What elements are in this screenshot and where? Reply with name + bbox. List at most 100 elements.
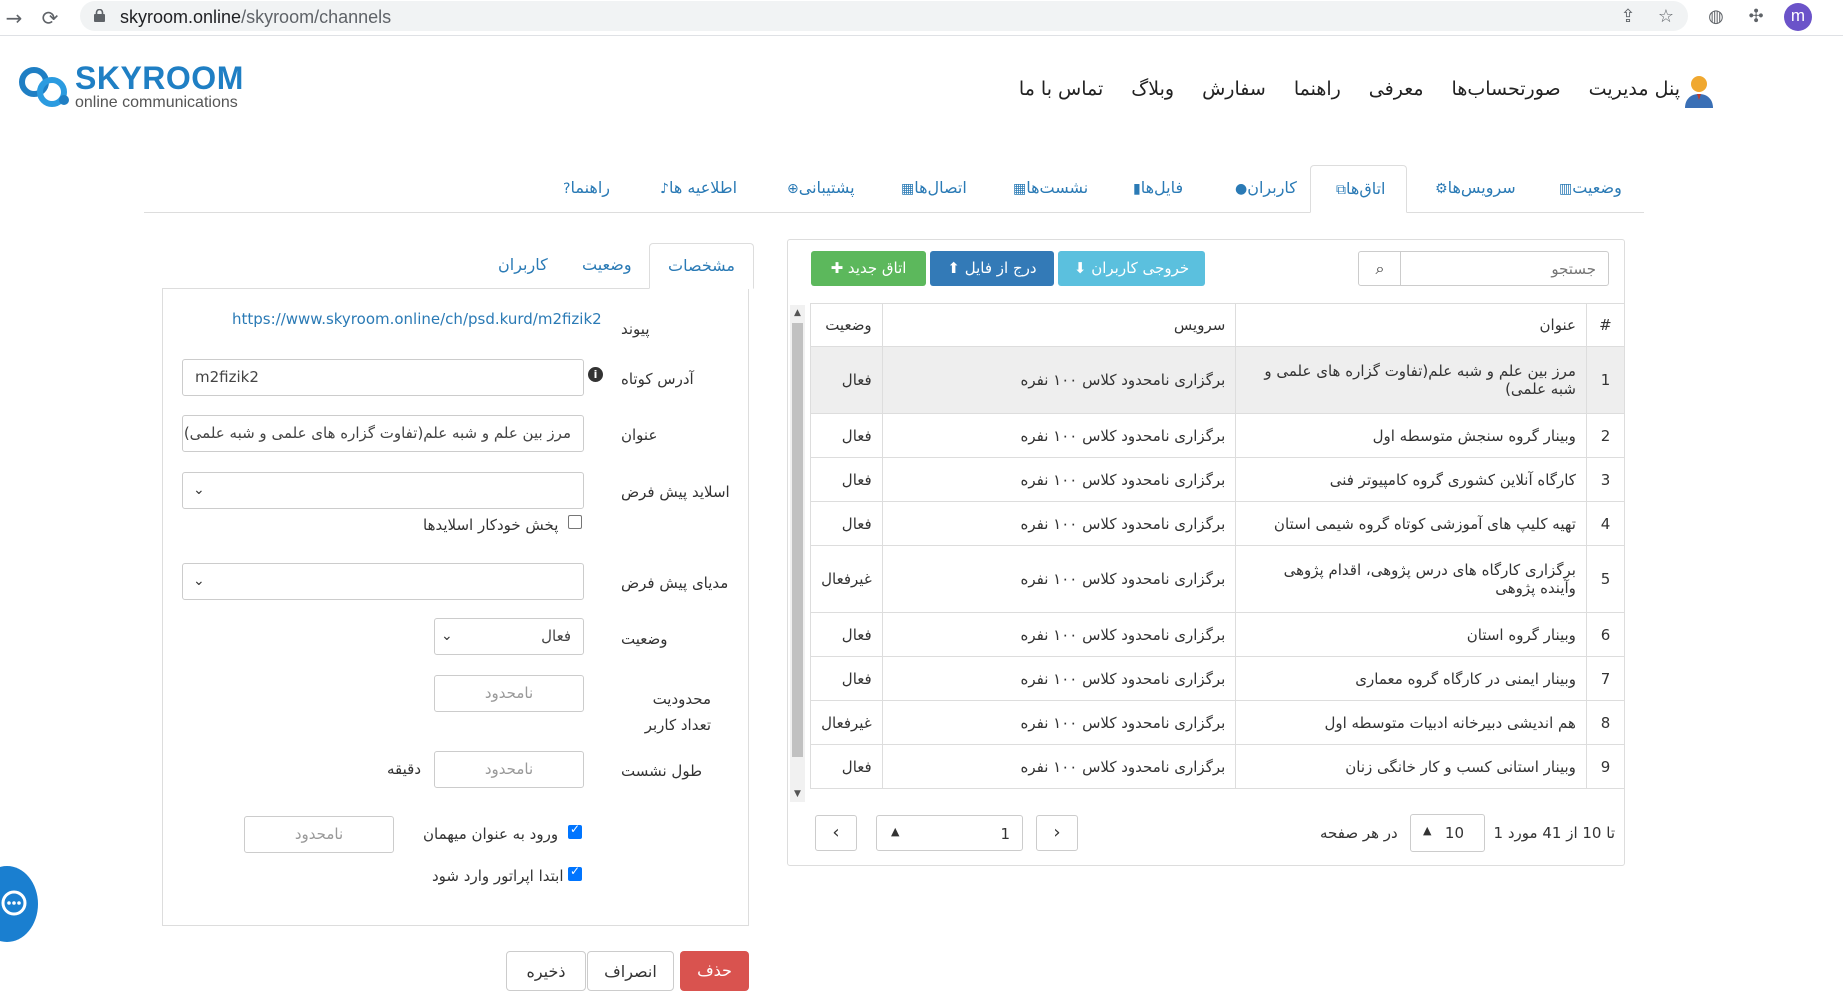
download-icon: ⬇ (1073, 259, 1092, 277)
room-link[interactable]: https://www.skyroom.online/ch/psd.kurd/m… (232, 310, 602, 328)
autoplay-checkbox[interactable] (568, 515, 582, 529)
scroll-down-icon[interactable]: ▼ (790, 787, 805, 801)
status-badge: غیرفعال (810, 545, 883, 613)
table-row[interactable]: 5 برگزاری کارگاه های درس پژوهی، اقدام پژ… (810, 545, 1626, 613)
reload-icon[interactable]: ⟳ (36, 4, 64, 32)
logo-mark-icon (19, 67, 69, 107)
table-row[interactable]: 2 وبینار گروه سنجش متوسطه اول برگزاری نا… (810, 413, 1626, 458)
import-file-button[interactable]: ⬆ درج از فایل (930, 251, 1054, 286)
page-number-select[interactable]: 1 ▲ (876, 815, 1023, 851)
pager-info: 1 تا 10 از 41 مورد (1493, 824, 1615, 842)
chevron-up-icon: ▲ (891, 825, 900, 838)
status-select[interactable]: فعال ⌄ (434, 618, 584, 655)
globe-icon[interactable]: ◍ (1704, 5, 1728, 29)
short-address-input[interactable]: m2fizik2 (182, 359, 584, 396)
autoplay-label: پخش خودکار اسلایدها (423, 516, 559, 534)
nav-invoices[interactable]: صورتحساب‌ها (1452, 78, 1561, 100)
per-page-select[interactable]: 10 ▲ (1410, 814, 1485, 852)
share-icon[interactable]: ⇪ (1616, 5, 1640, 29)
chevron-down-icon: ⌄ (193, 573, 205, 589)
table-row[interactable]: 3 کارگاه آنلاین کشوری گروه کامپیوتر فنی … (810, 457, 1626, 502)
tab-support[interactable]: ⊕پشتیبانی (762, 165, 875, 213)
tab-announcements[interactable]: ♪اطلاعیه ها (635, 165, 757, 213)
bookmark-star-icon[interactable]: ☆ (1654, 5, 1678, 29)
user-avatar-icon[interactable] (1684, 74, 1714, 108)
tab-users[interactable]: ●کاربران (1210, 165, 1317, 213)
nav-contact[interactable]: تماس با ما (1019, 78, 1103, 100)
next-page-button[interactable]: › (1036, 815, 1078, 851)
file-icon: ▮ (1133, 181, 1141, 197)
nav-admin-panel[interactable]: پنل مدیریت (1589, 78, 1680, 100)
url-text: skyroom.online/skyroom/channels (120, 7, 392, 27)
scrollbar-thumb[interactable] (792, 323, 803, 757)
default-slides-select[interactable]: ⌄ (182, 472, 584, 509)
user-icon: ● (1235, 181, 1248, 197)
status-badge: فعال (810, 501, 883, 546)
export-users-button[interactable]: ⬇ خروجی کاربران (1058, 251, 1205, 286)
table-scrollbar[interactable]: ▲ ▼ (790, 305, 805, 802)
table-row[interactable]: 9 وبینار استانی کسب و کار خانگی زنان برگ… (810, 744, 1626, 789)
operator-first-checkbox[interactable] (568, 864, 582, 881)
tab-sessions[interactable]: ▦نشست‌ها (988, 165, 1108, 213)
nav-order[interactable]: سفارش (1202, 78, 1266, 100)
info-icon[interactable]: i (588, 367, 603, 382)
scroll-up-icon[interactable]: ▲ (790, 306, 805, 320)
tab-services[interactable]: ⚙سرویس‌ها (1410, 165, 1536, 213)
guest-limit-input[interactable]: نامحدود (244, 816, 394, 853)
tab-files[interactable]: ▮فایل‌ها (1108, 165, 1203, 213)
chevron-left-icon: ‹ (832, 822, 840, 843)
default-media-select[interactable]: ⌄ (182, 563, 584, 600)
default-slides-label: اسلاید پیش فرض (621, 483, 730, 501)
back-arrow-icon[interactable]: → (0, 4, 28, 32)
col-num[interactable]: # (1585, 303, 1626, 347)
col-title[interactable]: عنوان (1235, 303, 1587, 347)
status-label: وضعیت (621, 630, 668, 648)
status-badge: فعال (810, 457, 883, 502)
sitemap-icon: ⧉ (1336, 182, 1346, 198)
chevron-up-icon: ▲ (1423, 824, 1432, 837)
search-icon[interactable]: ⌕ (1359, 252, 1401, 285)
tab-status[interactable]: ▥وضعیت (1534, 165, 1642, 213)
guest-login-checkbox[interactable] (568, 822, 582, 839)
table-row[interactable]: 4 تهیه کلیپ های آموزشی کوتاه گروه شیمی ا… (810, 501, 1626, 546)
save-button[interactable]: ذخیره (506, 951, 586, 991)
profile-avatar[interactable]: m (1784, 3, 1812, 31)
user-limit-input[interactable]: نامحدود (434, 675, 584, 712)
nav-help[interactable]: راهنما (1294, 78, 1341, 100)
title-input[interactable]: مرز بین علم و شبه علم(تفاوت گزاره های عل… (182, 415, 584, 452)
nav-about[interactable]: معرفی (1369, 78, 1424, 100)
tab-help[interactable]: ?راهنما (538, 165, 630, 213)
detail-tab-users[interactable]: کاربران (480, 243, 566, 289)
table-row[interactable]: 6 وبینار گروه استان برگزاری نامحدود کلاس… (810, 612, 1626, 657)
upload-icon: ⬆ (947, 259, 965, 277)
extensions-puzzle-icon[interactable]: ✣ (1744, 5, 1768, 29)
title-label: عنوان (621, 426, 658, 444)
bell-icon: ♪ (660, 181, 669, 197)
col-status[interactable]: وضعیت (810, 303, 883, 347)
lock-icon (94, 9, 105, 22)
session-length-label: طول نشست (621, 762, 703, 780)
table-row[interactable]: 7 وبینار ایمنی در کارگاه گروه معماری برگ… (810, 656, 1626, 701)
table-row[interactable]: 8 هم اندیشی دبیرخانه ادبیات متوسطه اول ب… (810, 700, 1626, 745)
browser-toolbar: → ⟳ skyroom.online/skyroom/channels ⇪ ☆ … (0, 0, 1843, 36)
chat-icon (1, 890, 27, 916)
new-room-button[interactable]: ✚ اتاق جدید (811, 251, 926, 286)
delete-button[interactable]: حذف (680, 951, 749, 991)
session-unit-label: دقیقه (387, 760, 422, 778)
session-length-input[interactable]: نامحدود (434, 751, 584, 788)
address-bar[interactable]: skyroom.online/skyroom/channels (80, 1, 1688, 31)
col-service[interactable]: سرویس (881, 303, 1237, 347)
prev-page-button[interactable]: ‹ (815, 815, 857, 851)
nav-blog[interactable]: وبلاگ (1131, 78, 1174, 100)
tab-connections[interactable]: ▦اتصال‌ها (876, 165, 987, 213)
skyroom-logo[interactable]: SKYROOM online communications (18, 60, 258, 116)
status-badge: فعال (810, 413, 883, 458)
detail-tab-properties[interactable]: مشخصات (649, 243, 754, 289)
search-input[interactable] (1400, 252, 1608, 285)
detail-tab-status[interactable]: وضعیت (564, 243, 650, 289)
table-row[interactable]: 1 مرز بین علم و شبه علم(تفاوت گزاره های … (810, 346, 1626, 414)
status-badge: فعال (810, 612, 883, 657)
chat-support-button[interactable] (0, 866, 38, 942)
tab-rooms[interactable]: ⧉اتاق‌ها (1310, 165, 1407, 213)
cancel-button[interactable]: انصراف (587, 951, 674, 991)
